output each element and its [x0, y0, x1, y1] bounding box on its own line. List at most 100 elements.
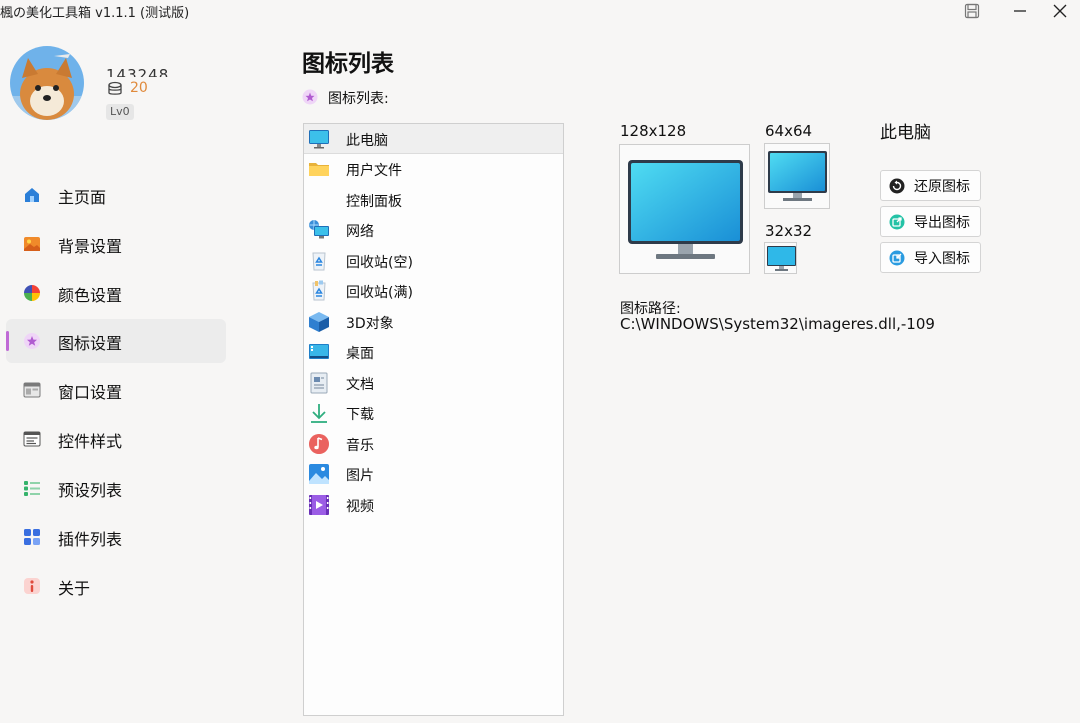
- list-item-label: 图片: [346, 468, 374, 484]
- sidebar-item-label: 颜色设置: [58, 286, 123, 305]
- video-icon: [308, 494, 330, 516]
- avatar[interactable]: [10, 46, 84, 120]
- list-item-label: 控制面板: [346, 194, 402, 210]
- list-item-label: 桌面: [346, 346, 374, 362]
- list-item-label: 此电脑: [346, 133, 388, 149]
- sidebar-item-about[interactable]: 关于: [6, 564, 226, 608]
- coin-icon: [106, 80, 124, 98]
- sidebar-item-presets[interactable]: 预设列表: [6, 466, 226, 510]
- list-item-label: 3D对象: [346, 316, 394, 332]
- sidebar-item-label: 预设列表: [58, 481, 123, 500]
- info-icon: [23, 577, 41, 595]
- picture-icon: [308, 463, 330, 485]
- list-caption: 图标列表:: [328, 91, 389, 107]
- music-icon: [308, 433, 330, 455]
- document-icon: [308, 372, 330, 394]
- level-badge: Lv0: [106, 104, 134, 120]
- sidebar-item-icon-settings[interactable]: 图标设置: [6, 319, 226, 363]
- import-icon: [889, 250, 905, 266]
- star-icon: [23, 332, 41, 350]
- list-item-label: 用户文件: [346, 163, 402, 179]
- list-item-desktop[interactable]: 桌面: [304, 337, 563, 367]
- button-label: 导出图标: [914, 215, 970, 231]
- icon-path-value: C:\WINDOWS\System32\imageres.dll,-109: [620, 315, 935, 333]
- sidebar-item-label: 关于: [58, 579, 91, 598]
- cube-icon: [308, 311, 330, 333]
- title-bar: 楓の美化工具箱 v1.1.1 (测试版): [0, 0, 1080, 22]
- sidebar-item-window[interactable]: 窗口设置: [6, 368, 226, 412]
- list-item-user-files[interactable]: 用户文件: [304, 154, 563, 184]
- download-icon: [308, 402, 330, 424]
- list-item-downloads[interactable]: 下载: [304, 398, 563, 428]
- sidebar-item-label: 插件列表: [58, 530, 123, 549]
- active-indicator: [6, 331, 9, 351]
- list-item-label: 下载: [346, 407, 374, 423]
- list-item-control-panel[interactable]: 控制面板: [304, 185, 563, 215]
- list-item-label: 回收站(空): [346, 255, 413, 271]
- button-label: 导入图标: [914, 251, 970, 267]
- home-icon: [23, 186, 41, 204]
- star-icon: [302, 89, 318, 105]
- image-icon: [23, 235, 41, 253]
- recycle-bin-full-icon: [308, 280, 330, 302]
- list-item-documents[interactable]: 文档: [304, 368, 563, 398]
- export-icon-button[interactable]: 导出图标: [880, 206, 981, 237]
- recycle-bin-empty-icon: [308, 250, 330, 272]
- sidebar-item-background[interactable]: 背景设置: [6, 222, 226, 266]
- list-item-network[interactable]: 网络: [304, 215, 563, 245]
- window-icon: [23, 381, 41, 399]
- monitor-icon: [768, 151, 827, 207]
- sidebar-item-label: 窗口设置: [58, 383, 123, 402]
- size-label-large: 128x128: [620, 122, 687, 140]
- sidebar-item-label: 控件样式: [58, 432, 123, 451]
- list-item-this-pc[interactable]: 此电脑: [304, 124, 563, 154]
- username: 143248: [106, 66, 170, 77]
- import-icon-button[interactable]: 导入图标: [880, 242, 981, 273]
- list-item-music[interactable]: 音乐: [304, 429, 563, 459]
- list-item-label: 回收站(满): [346, 285, 413, 301]
- list-item-videos[interactable]: 视频: [304, 490, 563, 520]
- button-label: 还原图标: [914, 179, 970, 195]
- preview-medium: [764, 143, 830, 209]
- preview-large: [619, 144, 750, 274]
- icon-list[interactable]: 此电脑 用户文件 控制面板 网络 回收站(空) 回收站(满) 3D对象 桌面 文…: [303, 123, 564, 716]
- monitor-icon: [628, 160, 743, 268]
- sidebar-item-label: 背景设置: [58, 237, 123, 256]
- list-item-recycle-empty[interactable]: 回收站(空): [304, 246, 563, 276]
- control-icon: [23, 430, 41, 448]
- folder-icon: [308, 158, 330, 180]
- sidebar-item-label: 图标设置: [58, 334, 123, 353]
- save-icon[interactable]: [952, 0, 992, 22]
- size-label-medium: 64x64: [765, 122, 813, 140]
- sidebar-item-label: 主页面: [58, 188, 107, 207]
- sidebar-item-color[interactable]: 颜色设置: [6, 271, 226, 315]
- list-icon: [23, 479, 41, 497]
- list-item-label: 音乐: [346, 438, 374, 454]
- close-icon[interactable]: [1040, 0, 1080, 22]
- network-icon: [308, 219, 330, 241]
- desktop-icon: [308, 341, 330, 363]
- selected-icon-name: 此电脑: [880, 123, 931, 143]
- monitor-icon: [308, 128, 330, 150]
- list-item-label: 文档: [346, 377, 374, 393]
- export-icon: [889, 214, 905, 230]
- list-item-recycle-full[interactable]: 回收站(满): [304, 276, 563, 306]
- sidebar-item-controls[interactable]: 控件样式: [6, 417, 226, 461]
- monitor-icon: [767, 246, 796, 276]
- restore-icon: [889, 178, 905, 194]
- restore-icon-button[interactable]: 还原图标: [880, 170, 981, 201]
- page-title: 图标列表: [302, 51, 394, 77]
- list-item-label: 网络: [346, 224, 374, 240]
- preview-small: [764, 242, 797, 274]
- list-item-label: 视频: [346, 499, 374, 515]
- list-item-3d-objects[interactable]: 3D对象: [304, 307, 563, 337]
- app-title: 楓の美化工具箱 v1.1.1 (测试版): [0, 6, 190, 21]
- coin-count: 20: [130, 80, 148, 96]
- list-item-pictures[interactable]: 图片: [304, 459, 563, 489]
- color-wheel-icon: [23, 284, 41, 302]
- plugin-icon: [23, 528, 41, 546]
- sidebar-item-home[interactable]: 主页面: [6, 173, 226, 217]
- minimize-icon[interactable]: [1000, 0, 1040, 22]
- size-label-small: 32x32: [765, 222, 813, 240]
- sidebar-item-plugins[interactable]: 插件列表: [6, 515, 226, 559]
